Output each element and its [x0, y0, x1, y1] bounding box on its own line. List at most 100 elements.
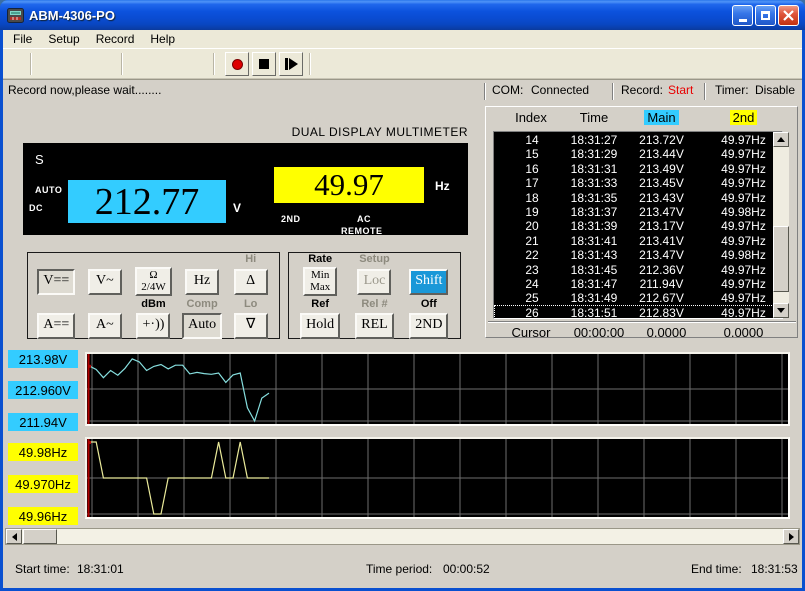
table-cell: 49.97Hz	[721, 277, 766, 291]
table-cell: 16	[525, 162, 538, 176]
multimeter-app-icon	[7, 7, 24, 24]
table-cell: 49.97Hz	[721, 219, 766, 233]
chart-h-scrollbar[interactable]	[5, 528, 800, 545]
table-cell: 18:31:43	[571, 248, 618, 262]
a-ac-button[interactable]: A~	[88, 313, 122, 339]
voltage-axis-min: 211.94V	[8, 413, 78, 431]
menu-setup[interactable]: Setup	[40, 30, 87, 48]
table-row[interactable]: 1918:31:37213.47V49.98Hz	[494, 204, 782, 218]
table-cell: 18:31:45	[571, 263, 618, 277]
v-ac-button[interactable]: V~	[88, 269, 122, 295]
table-cell: 21	[525, 234, 538, 248]
table-cell: 49.98Hz	[721, 248, 766, 262]
app-client-area: File Setup Record Help Record now,please…	[3, 30, 802, 588]
min-max-button[interactable]: MinMax	[303, 267, 337, 296]
table-cell: 22	[525, 248, 538, 262]
keypad-right: RateSetupMinMaxLocShiftRefRel #OffHoldRE…	[288, 252, 461, 339]
table-cell: 49.97Hz	[721, 147, 766, 161]
table-cell: 49.97Hz	[721, 234, 766, 248]
local-button[interactable]: Loc	[357, 269, 391, 295]
menu-file[interactable]: File	[5, 30, 40, 48]
close-button[interactable]	[778, 5, 799, 26]
v-dc-button[interactable]: V==	[37, 269, 75, 295]
maximize-button[interactable]	[755, 5, 776, 26]
scroll-right-button[interactable]	[783, 529, 799, 544]
ref-label: Ref	[311, 299, 329, 310]
shift-button[interactable]: Shift	[409, 269, 448, 295]
scroll-up-button[interactable]	[773, 132, 789, 147]
continuity-button[interactable]: +·))	[136, 313, 170, 339]
table-row[interactable]: 2418:31:47211.94V49.97Hz	[494, 276, 782, 290]
table-cell: 18:31:49	[571, 291, 618, 305]
table-cell: 213.41V	[639, 234, 684, 248]
off-label: Off	[421, 299, 437, 310]
header-2nd: 2nd	[730, 110, 758, 125]
h-scrollbar-thumb[interactable]	[23, 529, 57, 544]
arrow-right-icon	[789, 533, 794, 541]
a-dc-button[interactable]: A==	[37, 313, 75, 339]
table-cell: 49.97Hz	[721, 191, 766, 205]
cursor-second-value: 0.0000	[724, 325, 764, 340]
time-summary-bar: Start time: 18:31:01 Time period: 00:00:…	[3, 550, 802, 588]
main-unit: V	[233, 201, 241, 215]
frequency-axis-min: 49.96Hz	[8, 507, 78, 525]
second-unit: Hz	[435, 179, 450, 193]
record-list[interactable]: 1418:31:27213.72V49.97Hz1518:31:29213.44…	[493, 131, 783, 319]
timer-value: Disable	[755, 83, 795, 97]
table-cell: 18:31:47	[571, 277, 618, 291]
menu-help[interactable]: Help	[142, 30, 183, 48]
scroll-down-button[interactable]	[773, 303, 789, 318]
table-row[interactable]: 2318:31:45212.36V49.97Hz	[494, 262, 782, 276]
table-cell: 212.67V	[639, 291, 684, 305]
ohm-2-4wire-button[interactable]: Ω2/4W	[135, 267, 171, 296]
table-scrollbar[interactable]	[773, 132, 789, 318]
record-value: Start	[668, 83, 693, 97]
table-row[interactable]: 1518:31:29213.44V49.97Hz	[494, 146, 782, 160]
hold-button[interactable]: Hold	[300, 313, 340, 339]
frequency-chart[interactable]	[85, 437, 790, 519]
stop-icon	[259, 59, 269, 69]
step-play-button[interactable]	[279, 52, 303, 76]
start-time-label: Start time:	[15, 562, 70, 576]
main-reading: 212.77	[68, 180, 226, 223]
title-bar[interactable]: ABM-4306-PO	[0, 0, 805, 30]
table-cell: 213.45V	[639, 176, 684, 190]
table-cell: 49.98Hz	[721, 205, 766, 219]
table-row[interactable]: 2518:31:49212.67V49.97Hz	[494, 290, 782, 304]
menu-record[interactable]: Record	[88, 30, 143, 48]
table-row[interactable]: 1618:31:31213.49V49.97Hz	[494, 161, 782, 175]
rel-button[interactable]: REL	[355, 313, 393, 339]
table-row[interactable]: 1718:31:33213.45V49.97Hz	[494, 175, 782, 189]
stop-button[interactable]	[252, 52, 276, 76]
annunciator-remote: REMOTE	[341, 226, 383, 236]
table-row[interactable]: 2118:31:41213.41V49.97Hz	[494, 233, 782, 247]
cursor-separator	[488, 321, 796, 323]
hz-button[interactable]: Hz	[185, 269, 219, 295]
meter-panel-title: DUAL DISPLAY MULTIMETER	[183, 125, 468, 139]
voltage-axis-mid: 212.960V	[8, 381, 78, 399]
com-value: Connected	[531, 83, 589, 97]
table-row[interactable]: 2618:31:51212.83V49.97Hz	[494, 305, 782, 319]
scrollbar-thumb[interactable]	[773, 226, 789, 292]
table-cell: 17	[525, 176, 538, 190]
table-body: 1418:31:27213.72V49.97Hz1518:31:29213.44…	[494, 132, 782, 319]
second-function-button[interactable]: 2ND	[409, 313, 448, 339]
table-cell: 25	[525, 291, 538, 305]
minimize-button[interactable]	[732, 5, 753, 26]
table-row[interactable]: 2018:31:39213.17V49.97Hz	[494, 218, 782, 232]
status-separator	[484, 83, 486, 100]
record-button[interactable]	[225, 52, 249, 76]
auto-button[interactable]: Auto	[182, 313, 222, 339]
table-cell: 212.83V	[639, 306, 684, 319]
hi-delta-button[interactable]: Δ	[234, 269, 268, 295]
voltage-axis-max: 213.98V	[8, 350, 78, 368]
voltage-chart[interactable]	[85, 352, 790, 426]
table-row[interactable]: 2218:31:43213.47V49.98Hz	[494, 247, 782, 261]
scroll-left-button[interactable]	[6, 529, 22, 544]
lo-delta-button[interactable]: ∇	[234, 313, 268, 339]
table-cell: 213.72V	[639, 133, 684, 147]
table-row[interactable]: 1418:31:27213.72V49.97Hz	[494, 132, 782, 146]
table-row[interactable]: 1818:31:35213.43V49.97Hz	[494, 190, 782, 204]
close-icon	[783, 10, 794, 21]
table-cell: 19	[525, 205, 538, 219]
